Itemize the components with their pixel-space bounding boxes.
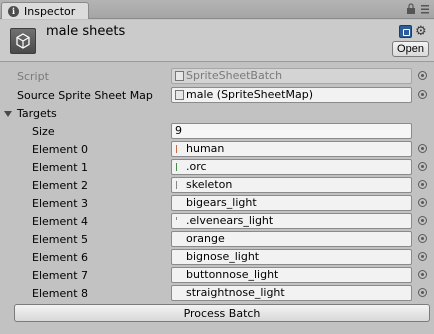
element-value: bigears_light: [186, 196, 257, 209]
tab-tools: [406, 3, 430, 15]
open-button[interactable]: Open: [392, 41, 429, 57]
tab-label: Inspector: [24, 4, 76, 18]
element-picker-icon[interactable]: [418, 288, 427, 297]
source-value: male (SpriteSheetMap): [186, 88, 313, 101]
element-row-5: Element 5 orange: [0, 231, 434, 249]
size-row: Size 9: [0, 123, 434, 141]
element-label: Element 4: [32, 215, 89, 228]
help-book-icon[interactable]: [399, 25, 412, 38]
sprite-thumb-icon: [176, 163, 177, 171]
lock-icon[interactable]: [406, 3, 416, 15]
script-file-icon: [175, 71, 184, 81]
sprite-map-icon: [175, 90, 184, 100]
element-value: human: [186, 142, 225, 155]
element-row-0: Element 0 human: [0, 141, 434, 159]
script-picker-icon: [418, 71, 427, 80]
element-value: .orc: [186, 160, 207, 173]
size-field[interactable]: 9: [171, 123, 412, 139]
element-picker-icon[interactable]: [418, 234, 427, 243]
element-picker-icon[interactable]: [418, 252, 427, 261]
element-row-1: Element 1 .orc: [0, 159, 434, 177]
element-label: Element 6: [32, 251, 89, 264]
process-batch-button[interactable]: Process Batch: [14, 304, 430, 322]
element-picker-icon[interactable]: [418, 216, 427, 225]
size-label: Size: [32, 125, 55, 138]
element-label: Element 1: [32, 161, 89, 174]
source-field[interactable]: male (SpriteSheetMap): [171, 87, 412, 103]
element-value: straightnose_light: [186, 286, 285, 299]
unity-asset-icon: [10, 28, 36, 54]
element-value: skeleton: [186, 178, 233, 191]
info-icon: i: [8, 5, 19, 17]
targets-label: Targets: [17, 107, 57, 120]
element-label: Element 5: [32, 233, 89, 246]
element-label: Element 8: [32, 287, 89, 300]
element-picker-icon[interactable]: [418, 270, 427, 279]
foldout-arrow-icon[interactable]: [4, 111, 12, 117]
element-field[interactable]: straightnose_light: [171, 285, 412, 301]
sprite-thumb-icon: [176, 217, 177, 220]
element-picker-icon[interactable]: [418, 162, 427, 171]
object-title: male sheets: [46, 24, 126, 39]
source-row: Source Sprite Sheet Map male (SpriteShee…: [0, 87, 434, 105]
element-label: Element 7: [32, 269, 89, 282]
element-row-7: Element 7 buttonnose_light: [0, 267, 434, 285]
element-label: Element 3: [32, 197, 89, 210]
element-row-8: Element 8 straightnose_light: [0, 285, 434, 303]
element-field[interactable]: .orc: [171, 159, 412, 175]
element-label: Element 2: [32, 179, 89, 192]
script-label: Script: [17, 70, 49, 83]
tab-bar: i Inspector: [0, 0, 434, 19]
element-field[interactable]: bignose_light: [171, 249, 412, 265]
element-picker-icon[interactable]: [418, 198, 427, 207]
element-field[interactable]: buttonnose_light: [171, 267, 412, 283]
tab-inspector[interactable]: i Inspector: [1, 2, 89, 19]
element-picker-icon[interactable]: [418, 180, 427, 189]
script-field: SpriteSheetBatch: [171, 68, 412, 84]
element-field[interactable]: bigears_light: [171, 195, 412, 211]
element-value: bignose_light: [186, 250, 260, 263]
element-field[interactable]: .elvenears_light: [171, 213, 412, 229]
element-row-2: Element 2 skeleton: [0, 177, 434, 195]
element-row-3: Element 3 bigears_light: [0, 195, 434, 213]
source-picker-icon[interactable]: [418, 90, 427, 99]
element-picker-icon[interactable]: [418, 144, 427, 153]
element-value: buttonnose_light: [186, 268, 279, 281]
script-value: SpriteSheetBatch: [186, 69, 283, 82]
element-value: orange: [186, 232, 225, 245]
sprite-thumb-icon: [176, 145, 177, 153]
element-field[interactable]: orange: [171, 231, 412, 247]
element-row-4: Element 4 .elvenears_light: [0, 213, 434, 231]
sprite-thumb-icon: [176, 181, 177, 189]
targets-foldout[interactable]: Targets: [0, 105, 434, 123]
inspector-header: male sheets ⚙ Open: [0, 20, 434, 62]
element-field[interactable]: skeleton: [171, 177, 412, 193]
element-field[interactable]: human: [171, 141, 412, 157]
gear-icon[interactable]: ⚙: [415, 24, 427, 39]
element-value: .elvenears_light: [186, 214, 274, 227]
menu-icon[interactable]: [420, 3, 430, 15]
element-row-6: Element 6 bignose_light: [0, 249, 434, 267]
script-row: Script SpriteSheetBatch: [0, 68, 434, 86]
source-label: Source Sprite Sheet Map: [17, 89, 153, 102]
element-label: Element 0: [32, 143, 89, 156]
